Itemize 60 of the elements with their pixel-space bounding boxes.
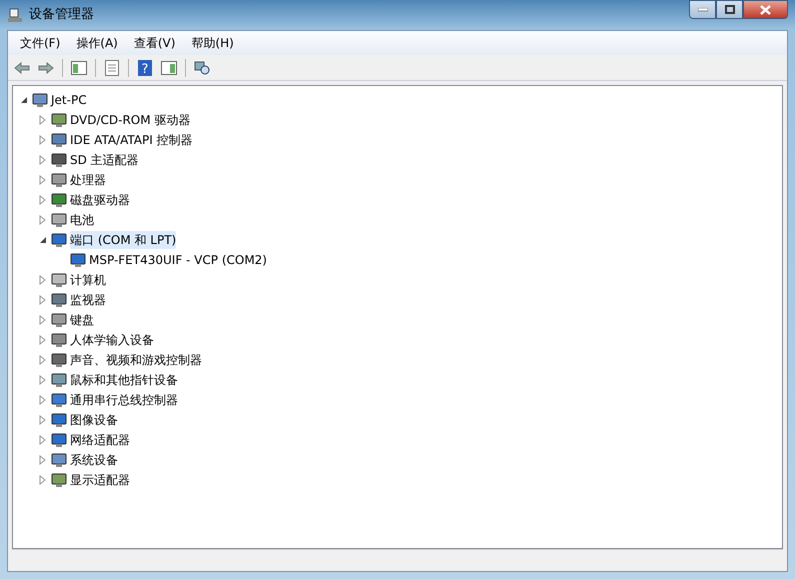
device-icon [51,472,67,488]
tree-item[interactable]: 处理器 [70,171,106,189]
minimize-button[interactable] [689,0,716,19]
tree-item[interactable]: 声音、视频和游戏控制器 [70,351,202,369]
tree-item[interactable]: 网络适配器 [70,431,130,449]
tree-item[interactable]: IDE ATA/ATAPI 控制器 [70,131,193,149]
maximize-button[interactable] [716,0,743,19]
tree-item[interactable]: MSP-FET430UIF - VCP (COM2) [89,251,267,269]
right-arrow-icon [38,62,54,74]
device-icon [51,412,67,428]
tree-item[interactable]: 图像设备 [70,411,118,429]
device-icon [70,252,86,268]
tree-item[interactable]: DVD/CD-ROM 驱动器 [70,111,190,129]
minimize-icon [698,8,708,12]
tree-item[interactable]: 显示适配器 [70,471,130,489]
device-icon [51,312,67,328]
expander-icon[interactable] [19,95,29,105]
close-icon [760,4,771,14]
menu-item[interactable]: 查看(V) [126,32,184,54]
device-icon [51,272,67,288]
window-title: 设备管理器 [29,6,94,24]
tree-item[interactable]: 磁盘驱动器 [70,191,130,209]
computer-icon [7,8,23,24]
menu-item[interactable]: 操作(A) [68,32,126,54]
tree-item[interactable]: SD 主适配器 [70,151,139,169]
device-icon [51,452,67,468]
device-icon [51,172,67,188]
panel-icon [71,60,87,74]
device-icon [51,232,67,248]
tree-item[interactable]: 端口 (COM 和 LPT) [70,231,176,249]
tree-item[interactable]: 通用串行总线控制器 [70,391,178,409]
device-icon [51,212,67,228]
menu-item[interactable]: 文件(F) [12,32,68,54]
left-arrow-icon [14,62,30,74]
expander-icon[interactable] [38,235,48,245]
tree-item[interactable]: 人体学输入设备 [70,331,154,349]
device-icon [32,92,48,108]
tree-item[interactable]: 键盘 [70,311,94,329]
tree-item[interactable]: Jet-PC [51,91,87,109]
menu-item[interactable]: 帮助(H) [183,32,242,54]
device-icon [51,352,67,368]
tree-item[interactable]: 鼠标和其他指针设备 [70,371,178,389]
device-icon [51,152,67,168]
properties-button[interactable] [102,58,122,78]
tree-item[interactable]: 监视器 [70,291,106,309]
panel-icon [161,60,177,74]
device-icon [51,292,67,308]
tree-item[interactable]: 系统设备 [70,451,118,469]
device-icon [51,392,67,408]
device-icon [51,132,67,148]
tree-item[interactable]: 计算机 [70,271,106,289]
tree-item[interactable]: 电池 [70,211,94,229]
close-button[interactable] [743,0,788,19]
device-icon [51,372,67,388]
maximize-icon [724,5,734,14]
device-icon [51,112,67,128]
device-icon [51,192,67,208]
device-icon [51,432,67,448]
document-icon [105,60,119,76]
device-icon [51,332,67,348]
